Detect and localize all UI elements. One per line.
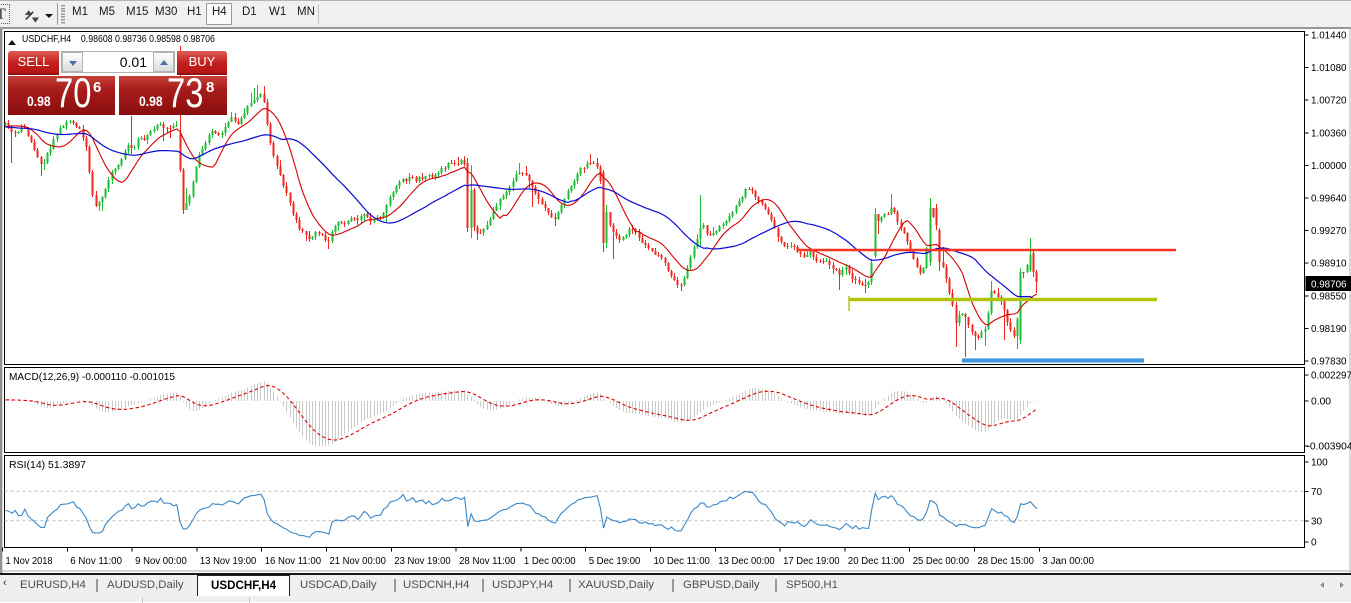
svg-text:1.00720: 1.00720: [1311, 96, 1347, 107]
svg-text:3 Jan 00:00: 3 Jan 00:00: [1042, 556, 1094, 567]
svg-text:RSI(14) 51.3897: RSI(14) 51.3897: [9, 459, 86, 471]
svg-text:13 Nov 19:00: 13 Nov 19:00: [200, 556, 257, 567]
svg-text:1.01440: 1.01440: [1311, 31, 1347, 42]
svg-text:13 Dec 00:00: 13 Dec 00:00: [718, 556, 775, 567]
svg-text:28 Dec 15:00: 28 Dec 15:00: [978, 556, 1035, 567]
svg-text:0.002297: 0.002297: [1311, 371, 1351, 382]
svg-text:1 Dec 00:00: 1 Dec 00:00: [524, 556, 576, 567]
svg-text:16 Nov 11:00: 16 Nov 11:00: [265, 556, 322, 567]
svg-text:20 Dec 11:00: 20 Dec 11:00: [848, 556, 905, 567]
svg-text:30: 30: [1311, 516, 1323, 527]
svg-text:1.01080: 1.01080: [1311, 63, 1347, 74]
svg-text:6 Nov 11:00: 6 Nov 11:00: [70, 556, 122, 567]
svg-text:0.98550: 0.98550: [1311, 291, 1347, 302]
svg-text:1 Nov 2018: 1 Nov 2018: [6, 556, 53, 567]
svg-text:0.98910: 0.98910: [1311, 259, 1347, 270]
svg-text:70: 70: [1311, 487, 1323, 498]
svg-text:0.00: 0.00: [1311, 397, 1331, 408]
svg-text:9 Nov 00:00: 9 Nov 00:00: [135, 556, 187, 567]
svg-text:0.99640: 0.99640: [1311, 194, 1347, 205]
svg-text:0.97830: 0.97830: [1311, 357, 1347, 368]
svg-text:28 Nov 11:00: 28 Nov 11:00: [459, 556, 516, 567]
svg-text:-0.003904: -0.003904: [1307, 442, 1351, 453]
svg-text:17 Dec 19:00: 17 Dec 19:00: [783, 556, 840, 567]
svg-text:100: 100: [1311, 458, 1328, 469]
svg-text:0.99270: 0.99270: [1311, 226, 1347, 237]
svg-text:1.00000: 1.00000: [1311, 161, 1347, 172]
svg-text:21 Nov 00:00: 21 Nov 00:00: [330, 556, 387, 567]
svg-text:1.00360: 1.00360: [1311, 128, 1347, 139]
svg-text:10 Dec 11:00: 10 Dec 11:00: [654, 556, 711, 567]
svg-text:5 Dec 19:00: 5 Dec 19:00: [589, 556, 641, 567]
svg-text:MACD(12,26,9) -0.000110 -0.001: MACD(12,26,9) -0.000110 -0.001015: [9, 371, 175, 383]
svg-text:25 Dec 00:00: 25 Dec 00:00: [913, 556, 970, 567]
svg-text:0.98190: 0.98190: [1311, 324, 1347, 335]
svg-text:0: 0: [1311, 538, 1317, 549]
svg-text:23 Nov 19:00: 23 Nov 19:00: [394, 556, 451, 567]
svg-text:0.98706: 0.98706: [1311, 280, 1347, 291]
